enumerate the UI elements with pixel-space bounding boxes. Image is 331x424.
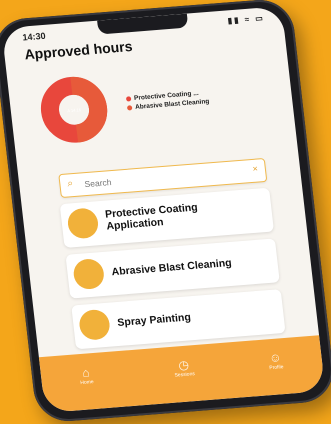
clear-icon[interactable]: × (252, 164, 258, 174)
status-icons: ▮▮ ≈ ▭ (227, 13, 266, 26)
legend-dot-icon (125, 96, 132, 102)
tab-profile[interactable]: ☺ Profile (250, 349, 302, 373)
helmet-worker-icon (66, 207, 100, 240)
app-screen: 14:30 ▮▮ ≈ ▭ Approved hours A 14.16 Prot… (1, 6, 326, 413)
tab-sessions[interactable]: ◷ Sessions (158, 356, 210, 380)
list-item-abrasive-blast[interactable]: Abrasive Blast Cleaning (65, 238, 280, 299)
phone-device: 14:30 ▮▮ ≈ ▭ Approved hours A 14.16 Prot… (0, 0, 331, 424)
list-item-label: Protective Coating Application (104, 201, 199, 233)
search-icon: ⌕ (66, 178, 74, 190)
blast-suit-icon (72, 258, 106, 291)
status-time: 14:30 (22, 30, 47, 43)
tab-home[interactable]: ⌂ Home (60, 364, 112, 388)
spray-gun-icon (77, 308, 112, 341)
list-item-protective-coating[interactable]: Protective Coating Application (59, 187, 275, 248)
list-item-label: Spray Painting (116, 311, 192, 329)
list-item-label: Abrasive Blast Cleaning (111, 256, 233, 279)
hours-chart: A 14.16 Protective Coating ... Abrasive … (25, 55, 283, 154)
legend-dot-icon (126, 104, 133, 111)
search-input[interactable] (81, 164, 237, 193)
chart-legend: Protective Coating ... Abrasive Blast Cl… (125, 88, 210, 112)
donut-chart: A 14.16 (40, 76, 108, 143)
donut-center-label: A 14.16 (67, 107, 82, 113)
